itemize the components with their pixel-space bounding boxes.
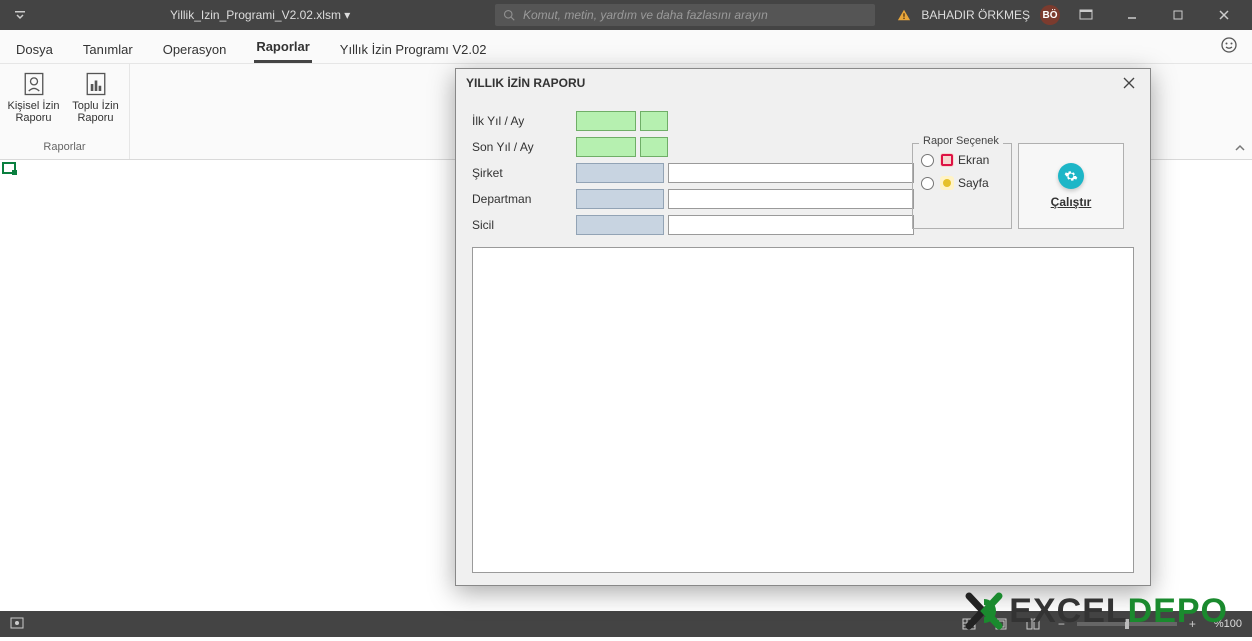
- toplu-izin-raporu-button[interactable]: Toplu İzinRaporu: [67, 70, 125, 124]
- departman-code-input[interactable]: [576, 189, 664, 209]
- ribbon-item-label: Toplu İzinRaporu: [72, 100, 118, 124]
- report-output-area[interactable]: [472, 247, 1134, 573]
- tab-yillik-izin-programi[interactable]: Yıllık İzin Programı V2.02: [338, 42, 489, 63]
- person-report-icon: [20, 70, 48, 98]
- ribbon-group-raporlar: Kişisel İzinRaporu Toplu İzinRaporu Rapo…: [0, 64, 130, 159]
- search-placeholder: Komut, metin, yardım ve daha fazlasını a…: [523, 8, 768, 22]
- option-ekran[interactable]: Ekran: [921, 153, 1003, 167]
- label-ilk-yil-ay: İlk Yıl / Ay: [472, 114, 576, 128]
- status-bar: − + %100: [0, 611, 1252, 637]
- calistir-button[interactable]: Çalıştır: [1018, 143, 1124, 229]
- ilk-ay-input[interactable]: [640, 111, 668, 131]
- ilk-yil-input[interactable]: [576, 111, 636, 131]
- radio-sayfa[interactable]: [921, 177, 934, 190]
- zoom-out-button[interactable]: −: [1052, 617, 1071, 631]
- dialog-title-text: YILLIK İZİN RAPORU: [466, 76, 585, 90]
- qat-customize-button[interactable]: [0, 0, 40, 30]
- window-minimize-button[interactable]: [1112, 0, 1152, 30]
- close-icon: [1123, 77, 1135, 89]
- title-bar: Yillik_Izin_Programi_V2.02.xlsm ▾ Komut,…: [0, 0, 1252, 30]
- view-page-break-button[interactable]: [1020, 614, 1046, 634]
- son-yil-input[interactable]: [576, 137, 636, 157]
- departman-name-input[interactable]: [668, 189, 914, 209]
- active-cell-cursor: [2, 162, 16, 174]
- sicil-name-input[interactable]: [668, 215, 914, 235]
- window-close-button[interactable]: [1204, 0, 1244, 30]
- sirket-code-input[interactable]: [576, 163, 664, 183]
- macro-record-icon[interactable]: [10, 616, 24, 630]
- label-sicil: Sicil: [472, 218, 576, 232]
- gear-run-icon: [1058, 163, 1084, 189]
- sicil-code-input[interactable]: [576, 215, 664, 235]
- label-sirket: Şirket: [472, 166, 576, 180]
- dialog-titlebar[interactable]: YILLIK İZİN RAPORU: [456, 69, 1150, 97]
- zoom-in-button[interactable]: +: [1183, 617, 1202, 631]
- label-son-yil-ay: Son Yıl / Ay: [472, 140, 576, 154]
- tell-me-search[interactable]: Komut, metin, yardım ve daha fazlasını a…: [495, 4, 875, 26]
- ribbon-collapse-button[interactable]: [1234, 143, 1246, 156]
- sayfa-icon: [940, 176, 954, 190]
- tab-dosya[interactable]: Dosya: [14, 42, 55, 63]
- sirket-name-input[interactable]: [668, 163, 914, 183]
- radio-ekran[interactable]: [921, 154, 934, 167]
- ribbon-item-label: Kişisel İzinRaporu: [8, 100, 60, 124]
- rapor-secenek-legend: Rapor Seçenek: [919, 135, 1003, 147]
- search-icon: [503, 9, 515, 21]
- ribbon-display-options-button[interactable]: [1066, 0, 1106, 30]
- ekran-icon: [940, 153, 954, 167]
- option-sayfa-label: Sayfa: [958, 176, 989, 190]
- tab-raporlar[interactable]: Raporlar: [254, 39, 311, 63]
- calistir-label: Çalıştır: [1051, 195, 1092, 209]
- zoom-slider[interactable]: [1077, 622, 1177, 626]
- warning-icon[interactable]: [897, 8, 911, 22]
- option-ekran-label: Ekran: [958, 153, 989, 167]
- feedback-smiley-button[interactable]: [1220, 36, 1238, 57]
- tab-tanimlar[interactable]: Tanımlar: [81, 42, 135, 63]
- zoom-level-label[interactable]: %100: [1214, 618, 1242, 630]
- view-normal-button[interactable]: [956, 614, 982, 634]
- status-left: [10, 616, 24, 633]
- window-maximize-button[interactable]: [1158, 0, 1198, 30]
- account-avatar[interactable]: BÖ: [1040, 5, 1060, 25]
- kisisel-izin-raporu-button[interactable]: Kişisel İzinRaporu: [5, 70, 63, 124]
- label-departman: Departman: [472, 192, 576, 206]
- rapor-secenek-group: Rapor Seçenek Ekran Sayfa: [912, 143, 1012, 229]
- account-name[interactable]: BAHADIR ÖRKMEŞ: [921, 8, 1030, 22]
- tab-operasyon[interactable]: Operasyon: [161, 42, 229, 63]
- option-sayfa[interactable]: Sayfa: [921, 176, 1003, 190]
- ribbon-group-label: Raporlar: [0, 141, 129, 159]
- yillik-izin-raporu-dialog: YILLIK İZİN RAPORU İlk Yıl / Ay Son Yıl …: [455, 68, 1151, 586]
- son-ay-input[interactable]: [640, 137, 668, 157]
- chart-report-icon: [82, 70, 110, 98]
- dialog-close-button[interactable]: [1118, 72, 1140, 94]
- ribbon-tabs: Dosya Tanımlar Operasyon Raporlar Yıllık…: [0, 30, 1252, 64]
- view-page-layout-button[interactable]: [988, 614, 1014, 634]
